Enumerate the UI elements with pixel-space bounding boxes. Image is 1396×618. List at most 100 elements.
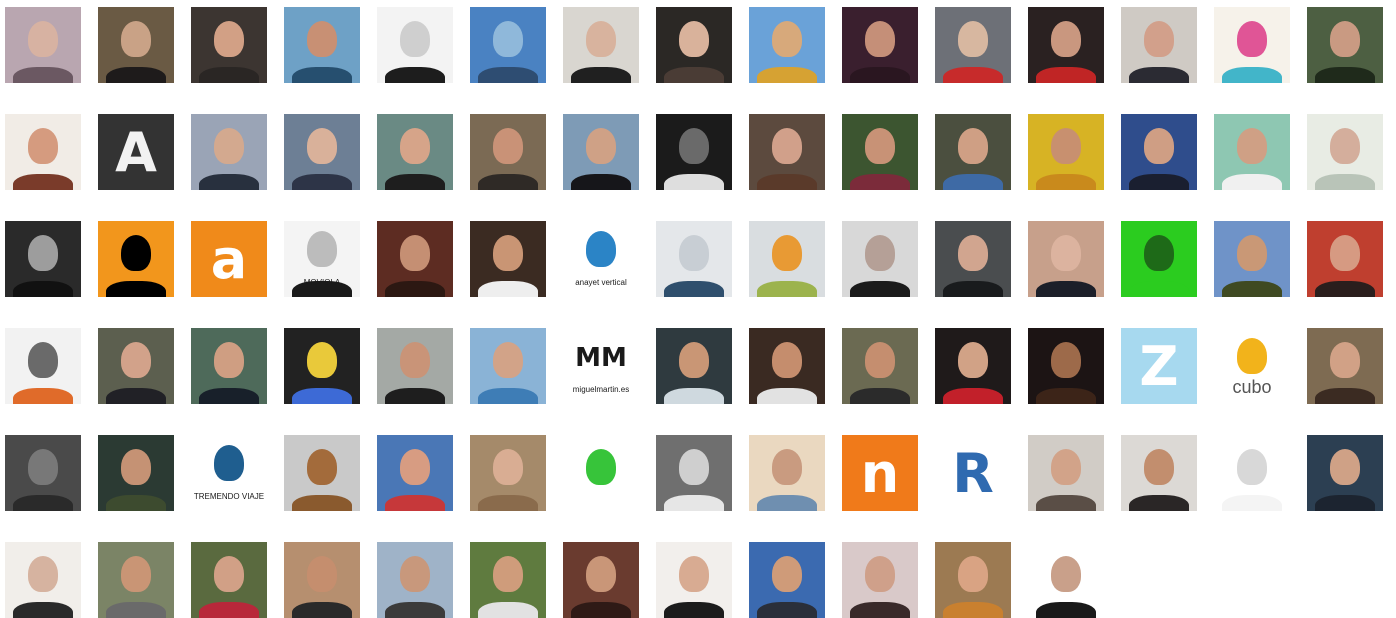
- avatar-pixel-building-logo[interactable]: [377, 7, 453, 83]
- avatar-woman-smile-portrait[interactable]: [1307, 221, 1383, 297]
- avatar-letter-z-logo[interactable]: Z: [1121, 328, 1197, 404]
- avatar-signature-card-photo[interactable]: [656, 221, 732, 297]
- avatar-moviola-logo[interactable]: MOVIOLA: [284, 221, 360, 297]
- avatar-mountain-logo[interactable]: anayet vertical: [563, 221, 639, 297]
- avatar-smiling-man-portrait[interactable]: [191, 7, 267, 83]
- avatar-man-aviator-portrait[interactable]: [1028, 328, 1104, 404]
- avatar-pixel-dark-logo[interactable]: [656, 114, 732, 190]
- avatar-shoulders: [571, 174, 631, 190]
- avatar-woman-long-hair-portrait[interactable]: [656, 542, 732, 618]
- avatar-man-dark-hair-portrait[interactable]: [1307, 435, 1383, 511]
- avatar-man-bald-outdoor-portrait[interactable]: [1214, 221, 1290, 297]
- avatar-man-blue-cap-portrait[interactable]: [749, 542, 825, 618]
- avatar-letter-a-orange-logo[interactable]: a: [191, 221, 267, 297]
- avatar-miguel-martin-logo[interactable]: MM miguelmartin.es: [563, 328, 639, 404]
- avatar-fruit-photo[interactable]: [749, 221, 825, 297]
- avatar-man-red-shirt-portrait[interactable]: [935, 7, 1011, 83]
- avatar-bearded-man-sign-portrait[interactable]: [98, 435, 174, 511]
- avatar-man-green-bg-portrait[interactable]: [1214, 114, 1290, 190]
- avatar-colorful-circle-logo[interactable]: [1214, 7, 1290, 83]
- avatar-woman-hat-sunglasses-portrait[interactable]: [377, 435, 453, 511]
- avatar-man-white-shirt-night-portrait[interactable]: [749, 328, 825, 404]
- avatar-man-camera-portrait[interactable]: [284, 542, 360, 618]
- avatar-man-fedora-logo[interactable]: [5, 328, 81, 404]
- avatar-man-field-photo[interactable]: [749, 7, 825, 83]
- avatar-tremendo-viaje-logo[interactable]: TREMENDO VIAJE: [191, 435, 267, 511]
- avatar-man-glasses-portrait[interactable]: [98, 7, 174, 83]
- avatar-face: [1051, 128, 1081, 164]
- avatar-face: [307, 128, 337, 164]
- avatar-face: [586, 128, 616, 164]
- avatar-man-black-shirt-portrait[interactable]: [377, 328, 453, 404]
- avatar-man-suit-tie-portrait[interactable]: [1121, 7, 1197, 83]
- avatar-skyscraper-photo[interactable]: [470, 7, 546, 83]
- avatar-shoulders: [106, 602, 166, 618]
- avatar-shoulders: [757, 388, 817, 404]
- avatar-test-card-logo[interactable]: [284, 328, 360, 404]
- avatar-shoulders: [571, 602, 631, 618]
- avatar-bald-man-blue-shirt-portrait[interactable]: [470, 328, 546, 404]
- avatar-bald-man-glasses-portrait[interactable]: [563, 7, 639, 83]
- avatar-blonde-woman-portrait[interactable]: [1028, 221, 1104, 297]
- avatar-child-bw-photo[interactable]: [656, 435, 732, 511]
- avatar-wookiee-toy-photo[interactable]: [284, 435, 360, 511]
- avatar-woman-sea-portrait[interactable]: [284, 7, 360, 83]
- avatar-woman-pale-portrait[interactable]: [1307, 114, 1383, 190]
- avatar-woman-earrings-portrait[interactable]: [98, 328, 174, 404]
- avatar-woman-dark-hair-portrait[interactable]: [377, 114, 453, 190]
- avatar-green-figure-logo[interactable]: [1121, 221, 1197, 297]
- avatar-orange-torn-logo[interactable]: [98, 221, 174, 297]
- avatar-man-river-portrait[interactable]: [377, 542, 453, 618]
- avatar-man-cap-portrait[interactable]: [842, 328, 918, 404]
- avatar-man-hat-cards-portrait[interactable]: [1028, 7, 1104, 83]
- avatar-man-suit-glasses-portrait[interactable]: [284, 114, 360, 190]
- avatar-man-white-shirt-portrait[interactable]: [470, 221, 546, 297]
- avatar-cubo-logo[interactable]: cubo: [1214, 328, 1290, 404]
- avatar-man-long-hair-portrait[interactable]: [377, 221, 453, 297]
- avatar-shoulders: [850, 388, 910, 404]
- avatar-shoulders: [199, 174, 259, 190]
- avatar-man-panama-hat-portrait[interactable]: [1121, 435, 1197, 511]
- avatar-man-white-beard-portrait[interactable]: [1028, 435, 1104, 511]
- avatar-woman-brown-hair-portrait[interactable]: [1307, 328, 1383, 404]
- avatar-man-yellow-bg-portrait[interactable]: [1028, 114, 1104, 190]
- avatar-shoulders: [199, 388, 259, 404]
- avatar-man-framed-photo[interactable]: [749, 435, 825, 511]
- avatar-woman-dark-portrait[interactable]: [842, 7, 918, 83]
- avatar-green-circle-logo[interactable]: [563, 435, 639, 511]
- avatar-man-poster-portrait[interactable]: [563, 114, 639, 190]
- avatar-man-thinking-portrait[interactable]: [191, 114, 267, 190]
- avatar-man-blue-stage-portrait[interactable]: [1121, 114, 1197, 190]
- avatar-man-blue-shirt-portrait[interactable]: [935, 114, 1011, 190]
- avatar-man-standing-silhouette[interactable]: [1028, 542, 1104, 618]
- avatar-man-black-jacket-portrait[interactable]: [935, 221, 1011, 297]
- avatar-letter-a-logo[interactable]: A: [98, 114, 174, 190]
- avatar-bearded-man-stone-portrait[interactable]: [5, 221, 81, 297]
- avatar-blonde-woman-hand-portrait[interactable]: [470, 435, 546, 511]
- avatar-bald-man-glasses-white-portrait[interactable]: [5, 542, 81, 618]
- avatar-face: [586, 231, 616, 267]
- avatar-man-profile-portrait[interactable]: [191, 328, 267, 404]
- avatar-woman-red-hair-portrait[interactable]: [5, 114, 81, 190]
- avatar-shoulders: [943, 602, 1003, 618]
- avatar-man-cap-outdoor-portrait[interactable]: [98, 542, 174, 618]
- avatar-man-red-hair-portrait[interactable]: [935, 542, 1011, 618]
- avatar-woman-curly-hair-portrait[interactable]: [749, 114, 825, 190]
- avatar-row: a MOVIOLA anayet vertical: [5, 221, 1395, 297]
- avatar-man-window-portrait[interactable]: [563, 542, 639, 618]
- avatar-bald-man-sunglasses-portrait[interactable]: [842, 221, 918, 297]
- avatar-woman-laughing-portrait[interactable]: [842, 114, 918, 190]
- avatar-letter-r-blue-logo[interactable]: R: [935, 435, 1011, 511]
- avatar-woman-glasses-portrait[interactable]: [656, 7, 732, 83]
- avatar-man-badge-portrait[interactable]: [842, 542, 918, 618]
- avatar-man-sports-photo[interactable]: [470, 542, 546, 618]
- avatar-letter-n-orange-logo[interactable]: n: [842, 435, 918, 511]
- avatar-man-sunglasses-red-portrait[interactable]: [935, 328, 1011, 404]
- avatar-man-outdoor-portrait[interactable]: [1307, 7, 1383, 83]
- avatar-woman-smiling-portrait[interactable]: [470, 114, 546, 190]
- avatar-pixel-light-logo[interactable]: [1214, 435, 1290, 511]
- avatar-pixel-stripes-logo[interactable]: [5, 435, 81, 511]
- avatar-woman-portrait[interactable]: [5, 7, 81, 83]
- avatar-woman-red-top-portrait[interactable]: [191, 542, 267, 618]
- avatar-man-t-shirt-portrait[interactable]: [656, 328, 732, 404]
